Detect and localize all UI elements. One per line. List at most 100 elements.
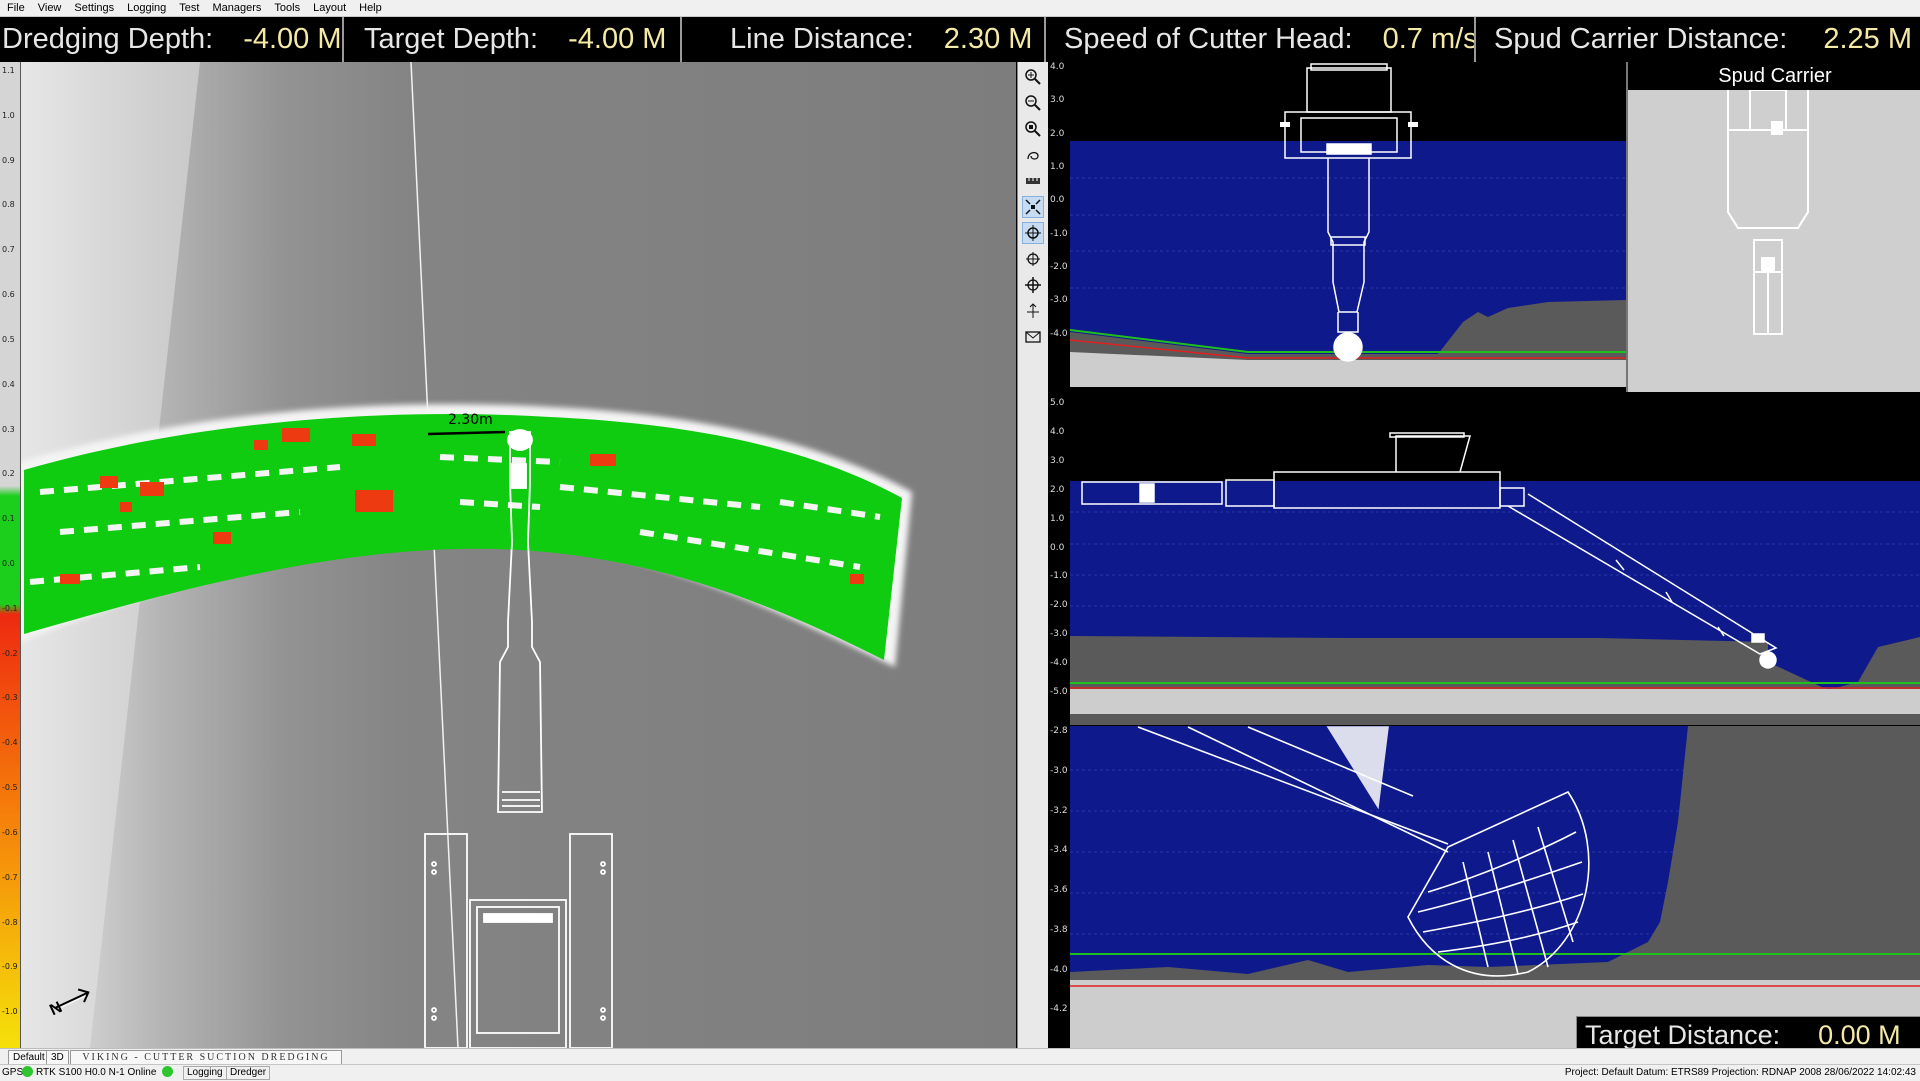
color-scale-tick: 0.2 xyxy=(2,469,15,479)
zoom-in-icon xyxy=(1025,69,1041,85)
dredging-depth-readout: Dredging Depth: -4.00 M xyxy=(0,17,344,62)
dredging-depth-label: Dredging Depth: xyxy=(2,23,214,55)
axis-tick-label: -3.2 xyxy=(1050,805,1068,816)
color-scale-tick: -0.9 xyxy=(2,962,18,972)
axis-tick-label: 2.0 xyxy=(1050,484,1065,495)
color-scale-tick: -0.5 xyxy=(2,783,18,793)
menu-managers[interactable]: Managers xyxy=(205,0,267,16)
color-scale-tick: 1.1 xyxy=(2,66,15,75)
color-scale-tick: 0.0 xyxy=(2,559,15,568)
color-scale-tick: -0.3 xyxy=(2,693,18,703)
axis-tick-label: -3.0 xyxy=(1050,765,1068,776)
move-button[interactable] xyxy=(1022,274,1044,296)
axis-tick-label: 4.0 xyxy=(1050,62,1065,72)
depth-color-scale: 1.1 1.0 0.9 0.8 0.7 0.6 0.5 0.4 0.3 0.2 0.1 0.0 -0.1… xyxy=(0,62,21,1048)
menu-file[interactable]: File xyxy=(0,0,31,16)
menu-view[interactable]: View xyxy=(31,0,68,16)
longitudinal-profile xyxy=(1070,398,1920,725)
measure-button[interactable] xyxy=(1022,170,1044,192)
color-scale-tick: -0.7 xyxy=(2,872,18,882)
crosshair-button[interactable] xyxy=(1022,248,1044,270)
menu-logging[interactable]: Logging xyxy=(120,0,172,16)
axis-tick-label: -4.0 xyxy=(1050,328,1068,339)
color-scale-tick: 0.1 xyxy=(2,514,15,524)
color-scale-tick: 0.3 xyxy=(2,424,15,434)
layout-tab-bar: Default 3D VIKING - CUTTER SUCTION DREDG… xyxy=(0,1048,1920,1065)
app-banner: VIKING - CUTTER SUCTION DREDGING xyxy=(70,1050,342,1065)
spud-distance-value: 2.25 M xyxy=(1823,23,1913,55)
color-scale-tick: -0.1 xyxy=(2,603,18,613)
info-bar: Dredging Depth: -4.00 M Target Depth: -4… xyxy=(0,17,1920,62)
cross-section-profile xyxy=(1069,62,1626,387)
tab-3d[interactable]: 3D xyxy=(46,1050,69,1065)
north-icon xyxy=(1027,303,1039,318)
axis-tick-label: 3.0 xyxy=(1050,95,1065,106)
tab-default[interactable]: Default xyxy=(8,1050,50,1065)
color-scale-tick: -0.8 xyxy=(2,917,18,927)
color-scale-tick: 0.6 xyxy=(2,290,15,300)
message-button[interactable] xyxy=(1022,326,1044,348)
cutter-speed-label: Speed of Cutter Head: xyxy=(1064,23,1353,55)
north-button[interactable] xyxy=(1022,300,1044,322)
cutter-detail-profile xyxy=(1070,726,1920,1048)
middle-profile-axis: 5.0 4.0 3.0 2.0 1.0 0.0 -1.0 -2.0 -3.0 -4.0 -5.0 xyxy=(1048,398,1068,725)
zoom-fit-button[interactable] xyxy=(1022,118,1044,140)
menu-help[interactable]: Help xyxy=(352,0,388,16)
zoom-in-button[interactable] xyxy=(1022,66,1044,88)
color-scale-tick: 0.9 xyxy=(2,155,15,165)
pan-button[interactable] xyxy=(1022,144,1044,166)
axis-tick-label: 3.0 xyxy=(1050,455,1065,466)
axis-tick-label: -3.0 xyxy=(1050,295,1068,306)
zoom-fit-icon xyxy=(1025,121,1041,137)
plan-view-canvas[interactable]: 2.30m N xyxy=(0,62,1016,1048)
axis-tick-label: -2.0 xyxy=(1050,600,1068,611)
line-distance-readout: Line Distance: 2.30 M xyxy=(682,17,1046,62)
axis-tick-label: -2.0 xyxy=(1050,262,1068,272)
dredger-button[interactable]: Dredger xyxy=(226,1066,271,1080)
axis-tick-label: 4.0 xyxy=(1050,426,1065,437)
line-distance-value: 2.30 M xyxy=(943,23,1033,55)
spud-carrier-panel: Spud Carrier xyxy=(1626,62,1920,392)
axis-tick-label: 5.0 xyxy=(1050,398,1065,408)
dredged-area xyxy=(24,414,902,660)
crosshair-icon xyxy=(1026,252,1040,266)
axis-tick-label: -3.4 xyxy=(1050,845,1068,856)
axis-tick-label: -4.0 xyxy=(1050,964,1068,975)
axis-tick-label: -4.2 xyxy=(1050,1004,1068,1015)
cutter-speed-value: 0.7 m/s xyxy=(1382,23,1476,55)
target-depth-readout: Target Depth: -4.00 M xyxy=(344,17,682,62)
color-scale-tick: 0.8 xyxy=(2,200,15,210)
menu-layout[interactable]: Layout xyxy=(306,0,352,16)
target-icon xyxy=(1025,225,1041,241)
color-scale-tick: -0.4 xyxy=(2,738,18,748)
center-vessel-icon xyxy=(1025,199,1041,215)
top-profile-axis: 4.0 3.0 2.0 1.0 0.0 -1.0 -2.0 -3.0 -4.0 xyxy=(1048,62,1068,387)
spud-distance-label: Spud Carrier Distance: xyxy=(1494,23,1788,55)
menu-settings[interactable]: Settings xyxy=(67,0,120,16)
survey-line xyxy=(410,62,459,1048)
logging-button[interactable]: Logging xyxy=(183,1066,227,1080)
axis-tick-label: -1.0 xyxy=(1050,228,1068,239)
menu-tools[interactable]: Tools xyxy=(267,0,306,16)
center-vessel-button[interactable] xyxy=(1022,196,1044,218)
target-depth-value: -4.00 M xyxy=(568,23,667,55)
spud-carrier-diagram xyxy=(1727,90,1809,335)
gps-status-dot-icon xyxy=(22,1066,33,1077)
cutter-speed-readout: Speed of Cutter Head: 0.7 m/s xyxy=(1046,17,1476,62)
color-scale-tick: 1.0 xyxy=(2,110,15,120)
spud-carrier-title: Spud Carrier xyxy=(1628,62,1920,90)
target-button[interactable] xyxy=(1022,222,1044,244)
plan-view[interactable]: 2.30m N xyxy=(0,62,1016,1048)
axis-tick-label: 1.0 xyxy=(1050,513,1065,524)
spud-distance-readout: Spud Carrier Distance: 2.25 M xyxy=(1476,17,1920,62)
menu-test[interactable]: Test xyxy=(172,0,205,16)
axis-tick-label: -4.0 xyxy=(1050,658,1068,669)
axis-tick-label: -1.0 xyxy=(1050,571,1068,582)
axis-tick-label: -3.8 xyxy=(1050,924,1068,935)
status-bar: GPS RTK S100 H0.0 N-1 Online Logging Dre… xyxy=(0,1064,1920,1081)
axis-tick-label: 1.0 xyxy=(1050,162,1065,172)
bottom-profile-axis: -2.8 -3.0 -3.2 -3.4 -3.6 -3.8 -4.0 -4.2 xyxy=(1048,726,1068,1048)
zoom-out-button[interactable] xyxy=(1022,92,1044,114)
axis-tick-label: 0.0 xyxy=(1050,542,1065,553)
menu-bar: File View Settings Logging Test Managers… xyxy=(0,0,1920,17)
